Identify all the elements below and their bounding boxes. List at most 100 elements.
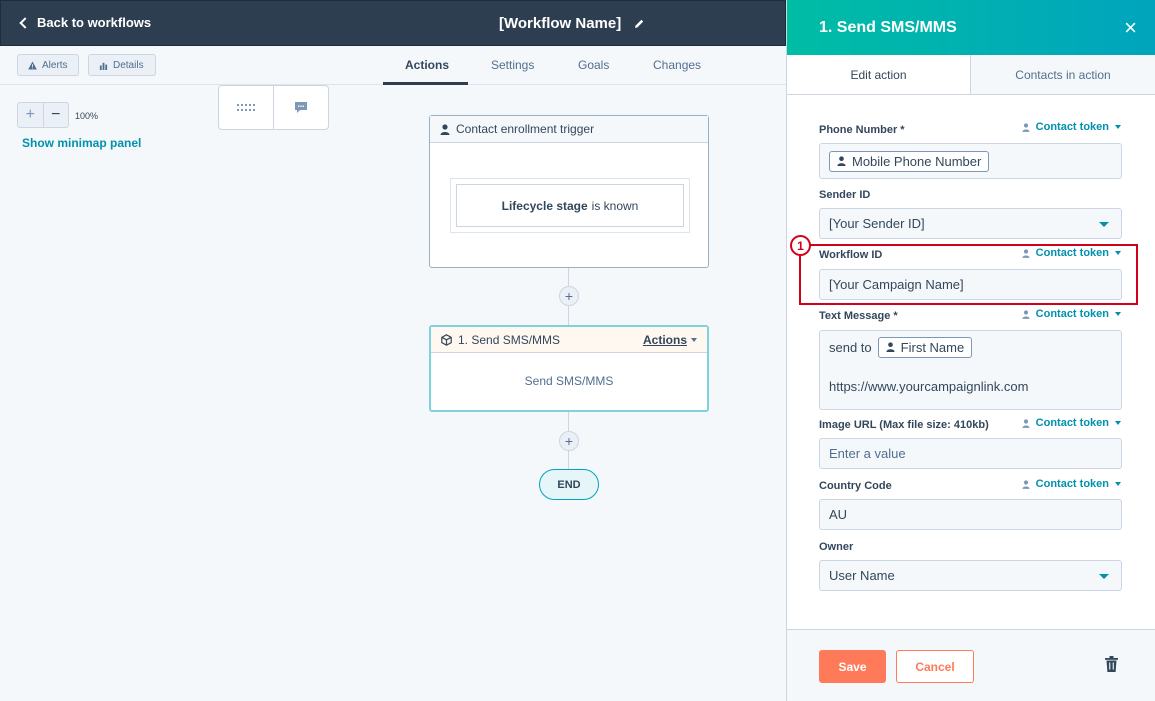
contact-token-dropdown[interactable]: Contact token (1022, 417, 1121, 429)
close-icon[interactable]: × (1124, 15, 1137, 41)
contact-token-label: Contact token (1035, 478, 1109, 490)
image-url-label: Image URL (Max file size: 410kb) (819, 419, 989, 431)
person-icon (440, 123, 450, 135)
action-header: 1. Send SMS/MMS Actions (431, 327, 707, 353)
mobile-phone-token-chip[interactable]: Mobile Phone Number (829, 150, 990, 172)
chevron-down-icon (1115, 421, 1121, 425)
tab-edit-action[interactable]: Edit action (787, 55, 971, 94)
person-icon (1022, 418, 1030, 428)
panel-footer: Save Cancel (787, 629, 1155, 701)
active-tab-indicator (383, 82, 468, 85)
chevron-down-icon (1115, 482, 1121, 486)
workflow-id-highlight (799, 244, 1138, 305)
annotation-badge: 1 (790, 235, 811, 256)
alerts-label: Alerts (42, 59, 68, 71)
text-message-prefix: send to (829, 339, 872, 355)
country-code-value: AU (829, 507, 848, 522)
contact-token-label: Contact token (1035, 308, 1109, 320)
tab-contacts-in-action[interactable]: Contacts in action (971, 55, 1155, 94)
text-message-line: send to First Name (829, 336, 1112, 358)
tab-settings[interactable]: Settings (491, 58, 534, 72)
details-button[interactable]: Details (88, 54, 156, 76)
sender-id-value: [Your Sender ID] (829, 216, 925, 231)
end-node: END (539, 469, 599, 500)
zoom-controls: + − (17, 102, 69, 128)
trigger-header: Contact enrollment trigger (430, 116, 708, 143)
comment-icon (295, 102, 307, 113)
contact-token-dropdown[interactable]: Contact token (1022, 121, 1121, 133)
sender-id-select[interactable]: [Your Sender ID] (819, 208, 1122, 239)
add-action-button[interactable]: + (559, 286, 579, 306)
save-button[interactable]: Save (819, 650, 886, 683)
grid-icon (237, 103, 255, 111)
contact-token-dropdown[interactable]: Contact token (1022, 308, 1121, 320)
back-label: Back to workflows (37, 15, 152, 30)
alerts-button[interactable]: Alerts (17, 54, 79, 76)
person-icon (837, 156, 846, 166)
warning-icon (28, 60, 37, 70)
tab-actions[interactable]: Actions (405, 58, 449, 72)
filter-condition: is known (591, 198, 639, 213)
tab-changes[interactable]: Changes (653, 58, 701, 72)
owner-select[interactable]: User Name (819, 560, 1122, 591)
chevron-down-icon (1099, 573, 1109, 579)
phone-number-field[interactable]: Mobile Phone Number (819, 143, 1122, 179)
trash-icon[interactable] (1105, 656, 1118, 672)
canvas-tools (218, 85, 329, 130)
image-url-placeholder: Enter a value (829, 446, 906, 461)
actions-dropdown-label: Actions (642, 332, 687, 347)
chevron-left-icon (19, 16, 31, 29)
trigger-filter-inner: Lifecycle stage is known (456, 184, 684, 227)
send-sms-action-card[interactable]: 1. Send SMS/MMS Actions Send SMS/MMS (429, 325, 709, 412)
panel-tabs: Edit action Contacts in action (787, 55, 1155, 95)
workflow-title[interactable]: [Workflow Name] (499, 15, 645, 32)
image-url-field[interactable]: Enter a value (819, 438, 1122, 469)
add-action-button[interactable]: + (559, 431, 579, 451)
workflow-toolbar: Alerts Details Actions Settings Goals Ch… (0, 46, 786, 85)
panel-title: 1. Send SMS/MMS (819, 18, 957, 36)
workflow-name: [Workflow Name] (499, 15, 622, 32)
actions-dropdown[interactable]: Actions (643, 333, 697, 347)
contact-token-dropdown[interactable]: Contact token (1022, 478, 1121, 490)
person-icon (1022, 309, 1030, 319)
text-message-field[interactable]: send to First Name https://www.yourcampa… (819, 330, 1122, 410)
trigger-title: Contact enrollment trigger (456, 122, 595, 136)
person-icon (1022, 122, 1030, 132)
chevron-down-icon (691, 337, 697, 342)
action-title: 1. Send SMS/MMS (458, 332, 561, 347)
tab-goals[interactable]: Goals (578, 58, 609, 72)
top-header: Back to workflows [Workflow Name] (0, 0, 786, 46)
sender-id-label: Sender ID (819, 189, 871, 201)
phone-token-label: Mobile Phone Number (852, 153, 982, 169)
person-icon (1022, 479, 1030, 489)
text-message-label: Text Message * (819, 310, 898, 322)
pencil-icon[interactable] (633, 18, 645, 30)
grid-view-button[interactable] (219, 86, 273, 129)
cancel-button[interactable]: Cancel (896, 650, 974, 683)
details-label: Details (113, 59, 144, 71)
action-body: Send SMS/MMS (524, 373, 614, 388)
chevron-down-icon (1115, 312, 1121, 316)
zoom-in-button[interactable]: + (18, 103, 43, 127)
contact-token-label: Contact token (1035, 121, 1109, 133)
country-code-field[interactable]: AU (819, 499, 1122, 530)
person-icon (886, 342, 895, 352)
details-icon (99, 62, 108, 70)
text-message-link: https://www.yourcampaignlink.com (829, 379, 1029, 394)
owner-label: Owner (819, 541, 854, 553)
show-minimap-link[interactable]: Show minimap panel (22, 136, 141, 150)
chevron-down-icon (1115, 125, 1121, 129)
comments-button[interactable] (273, 86, 328, 129)
first-name-token-label: First Name (900, 339, 965, 355)
chevron-down-icon (1099, 221, 1109, 227)
owner-value: User Name (829, 568, 895, 583)
enrollment-trigger-card[interactable]: Contact enrollment trigger Lifecycle sta… (429, 115, 709, 268)
country-code-label: Country Code (819, 480, 892, 492)
back-to-workflows-link[interactable]: Back to workflows (19, 15, 152, 30)
panel-header: 1. Send SMS/MMS × (787, 0, 1155, 55)
phone-number-label: Phone Number * (819, 124, 905, 136)
contact-token-label: Contact token (1035, 417, 1109, 429)
zoom-out-button[interactable]: − (42, 103, 69, 127)
first-name-token-chip[interactable]: First Name (877, 336, 973, 358)
filter-property: Lifecycle stage (501, 198, 588, 213)
